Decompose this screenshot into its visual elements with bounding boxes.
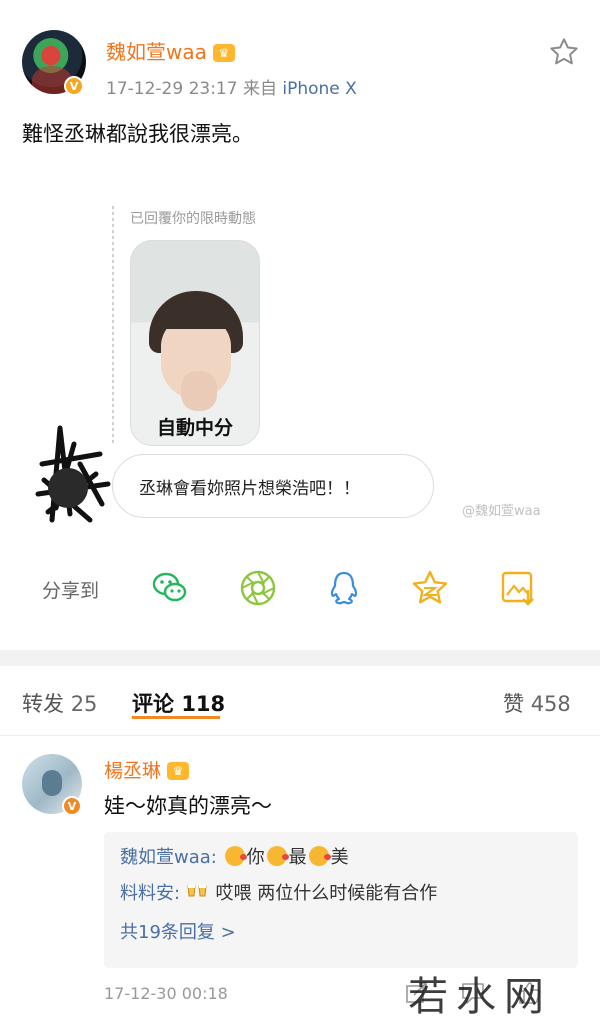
active-tab-indicator (132, 716, 220, 719)
reply-text: 哎喂 两位什么时候能有合作 (215, 883, 438, 904)
post-body: 難怪丞琳都說我很漂亮。 (22, 122, 253, 146)
site-watermark: 若水网 (408, 974, 552, 1020)
reply-line: 魏如萱waa: 你 最 美 (120, 846, 562, 882)
kiss-emoji-icon (266, 846, 289, 866)
vip-crown-icon: ♛ (212, 44, 235, 62)
moments-icon[interactable] (238, 568, 278, 608)
story-thumbnail[interactable]: 自動中分 (130, 240, 260, 446)
share-label: 分享到 (42, 580, 100, 602)
story-reply-bubble: 丞琳會看妳照片想榮浩吧！！ (112, 454, 434, 518)
reply-word: 美 (330, 847, 349, 868)
tab-reposts-count: 25 (70, 692, 98, 716)
tab-reposts-label: 转发 (22, 692, 64, 716)
author-name[interactable]: 魏如萱waa ♛ (106, 36, 235, 65)
tab-comments-count: 118 (181, 692, 226, 716)
tab-comments[interactable]: 评论 118 (132, 688, 225, 718)
reply-author[interactable]: 料料安: (120, 883, 180, 904)
post-timestamp: 17-12-29 23:17 (106, 79, 238, 99)
cheers-emoji-icon (187, 885, 207, 897)
comment-text: 娃～妳真的漂亮～ (104, 794, 272, 818)
qq-icon[interactable] (324, 568, 364, 608)
weibo-post: V 魏如萱waa ♛ 17-12-29 23:17 来自 iPhone X 難怪丞… (0, 0, 600, 650)
tab-comments-label: 评论 (132, 692, 174, 716)
section-gap (0, 650, 600, 666)
qzone-icon[interactable] (410, 568, 450, 608)
save-image-icon[interactable] (498, 568, 538, 608)
kiss-emoji-icon (224, 846, 247, 866)
tab-likes-count: 458 (530, 692, 571, 716)
commenter-name-text: 楊丞琳 (104, 760, 162, 782)
vip-crown-icon: ♛ (167, 762, 190, 780)
tab-likes-label: 赞 (503, 692, 524, 716)
reply-author[interactable]: 魏如萱waa: (120, 847, 217, 868)
favorite-star-icon[interactable] (548, 36, 580, 68)
post-meta: 17-12-29 23:17 来自 iPhone X (106, 74, 357, 99)
post-tabs: 转发 25 评论 118 赞 458 (0, 666, 600, 736)
kiss-emoji-icon (308, 846, 331, 866)
reply-thread[interactable]: 魏如萱waa: 你 最 美 料料安: 哎喂 两位什么时候能有合作 共19条回复 > (104, 832, 578, 968)
reply-line: 料料安: 哎喂 两位什么时候能有合作 (120, 882, 562, 918)
author-name-text: 魏如萱waa (106, 40, 207, 64)
story-divider (112, 206, 114, 446)
tab-reposts[interactable]: 转发 25 (22, 688, 97, 718)
weibo-watermark: @魏如萱waa (462, 504, 541, 519)
commenter-name[interactable]: 楊丞琳 ♛ (104, 756, 190, 783)
post-source-prefix: 来自 (242, 79, 277, 99)
reply-word: 最 (288, 847, 307, 868)
post-source: iPhone X (282, 79, 357, 99)
wechat-icon[interactable] (150, 568, 190, 608)
tab-likes[interactable]: 赞 458 (503, 688, 571, 718)
story-reply-label: 已回覆你的限時動態 (130, 211, 256, 227)
reply-word: 你 (246, 847, 265, 868)
comment-timestamp: 17-12-30 00:18 (104, 984, 228, 1003)
redacted-avatar-scribble (35, 425, 111, 523)
verified-badge-icon: V (62, 796, 82, 816)
story-caption: 自動中分 (156, 417, 233, 439)
view-all-replies-link[interactable]: 共19条回复 > (120, 918, 562, 944)
verified-badge-icon: V (64, 76, 84, 96)
